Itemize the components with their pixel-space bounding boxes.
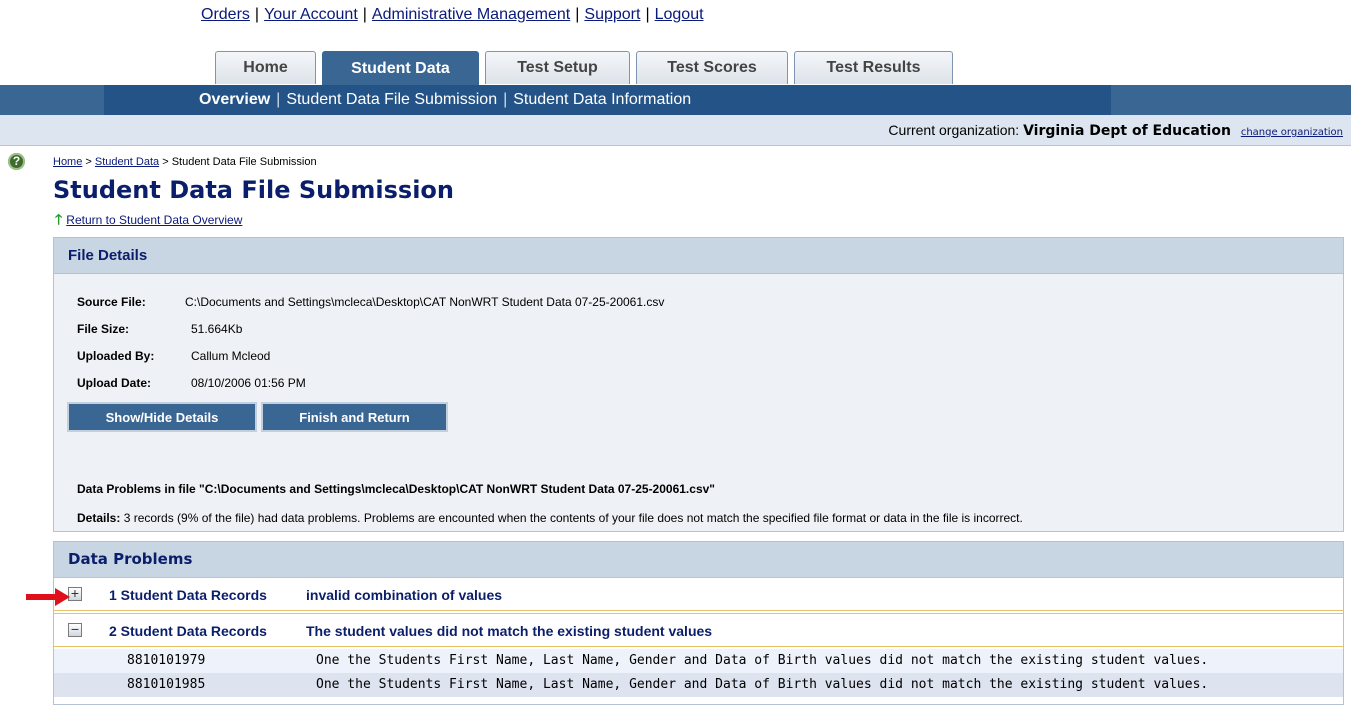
source-file-label: Source File: xyxy=(77,295,146,309)
problem-record-row: 8810101979 One the Students First Name, … xyxy=(54,649,1343,673)
upload-date-label: Upload Date: xyxy=(77,376,152,390)
data-problems-file-title: Data Problems in file "C:\Documents and … xyxy=(77,482,715,496)
upload-date-row: Upload Date: 08/10/2006 01:56 PM xyxy=(77,376,306,390)
data-problems-panel: Data Problems + 1 Student Data Records i… xyxy=(53,541,1344,705)
separator: | xyxy=(645,6,650,23)
problem-record-row: 8810101985 One the Students First Name, … xyxy=(54,673,1343,697)
breadcrumb: Home > Student Data > Student Data File … xyxy=(53,156,317,168)
separator: | xyxy=(575,6,580,23)
collapse-minus-icon[interactable]: − xyxy=(68,622,82,637)
source-file-row: Source File: C:\Documents and Settings\mc… xyxy=(77,295,664,309)
tab-test-results[interactable]: Test Results xyxy=(794,51,953,84)
change-organization-link[interactable]: change organization xyxy=(1241,127,1343,138)
upload-date-value: 08/10/2006 01:56 PM xyxy=(191,376,306,390)
tab-student-data[interactable]: Student Data xyxy=(322,51,479,86)
uploaded-by-label: Uploaded By: xyxy=(77,349,155,363)
green-up-arrow-icon: 🡑 xyxy=(55,211,63,227)
uploaded-by-value: Callum Mcleod xyxy=(191,349,271,363)
problem-group-message: The student values did not match the exi… xyxy=(306,623,713,639)
file-size-label: File Size: xyxy=(77,322,130,336)
problem-group-count: 1 Student Data Records xyxy=(109,587,267,603)
tab-test-scores[interactable]: Test Scores xyxy=(636,51,788,84)
separator: | xyxy=(254,6,260,23)
organization-label: Current organization: xyxy=(888,122,1020,138)
administrative-management-link[interactable]: Administrative Management xyxy=(372,6,570,23)
tab-home[interactable]: Home xyxy=(215,51,316,84)
subnav-file-submission[interactable]: Student Data File Submission xyxy=(286,91,497,108)
record-description: One the Students First Name, Last Name, … xyxy=(316,653,1209,668)
return-link-row: 🡑 Return to Student Data Overview xyxy=(55,209,242,233)
details-label: Details: xyxy=(77,511,121,525)
file-details-panel: File Details Source File: C:\Documents an… xyxy=(53,237,1344,532)
finish-and-return-button[interactable]: Finish and Return xyxy=(261,402,448,432)
sub-navigation-links: Overview | Student Data File Submission | St… xyxy=(199,91,691,109)
separator: | xyxy=(503,91,508,108)
show-hide-details-button[interactable]: Show/Hide Details xyxy=(67,402,257,432)
orders-link[interactable]: Orders xyxy=(201,6,250,23)
breadcrumb-separator: > xyxy=(162,156,169,168)
main-tabs: Home Student Data Test Setup Test Scores… xyxy=(215,51,953,86)
details-summary: Details: 3 records (9% of the file) had … xyxy=(77,511,1023,525)
problem-group-invalid-combination[interactable]: + 1 Student Data Records invalid combina… xyxy=(54,577,1343,611)
record-id: 8810101985 xyxy=(127,677,206,692)
record-id: 8810101979 xyxy=(127,653,206,668)
breadcrumb-separator: > xyxy=(85,156,92,168)
record-description: One the Students First Name, Last Name, … xyxy=(316,677,1209,692)
problem-group-message: invalid combination of values xyxy=(306,587,503,603)
problem-group-count: 2 Student Data Records xyxy=(109,623,267,639)
breadcrumb-student-data[interactable]: Student Data xyxy=(95,156,159,168)
logout-link[interactable]: Logout xyxy=(655,6,704,23)
breadcrumb-home[interactable]: Home xyxy=(53,156,82,168)
your-account-link[interactable]: Your Account xyxy=(264,6,358,23)
sub-navigation-bar: Overview | Student Data File Submission | St… xyxy=(0,85,1351,115)
data-problems-heading: Data Problems xyxy=(54,542,1343,578)
page-title: Student Data File Submission xyxy=(53,176,454,204)
tab-test-setup[interactable]: Test Setup xyxy=(485,51,630,84)
problem-group-values-mismatch[interactable]: − 2 Student Data Records The student val… xyxy=(54,613,1343,647)
organization-info: Current organization: Virginia Dept of E… xyxy=(888,122,1343,139)
file-details-heading: File Details xyxy=(54,238,1343,274)
support-link[interactable]: Support xyxy=(584,6,640,23)
organization-name: Virginia Dept of Education xyxy=(1023,123,1231,139)
subnav-information[interactable]: Student Data Information xyxy=(513,91,691,108)
return-to-overview-link[interactable]: Return to Student Data Overview xyxy=(66,213,242,227)
organization-bar: Current organization: Virginia Dept of E… xyxy=(0,115,1351,146)
subnav-overview[interactable]: Overview xyxy=(199,91,270,108)
source-file-value: C:\Documents and Settings\mcleca\Desktop… xyxy=(185,295,665,309)
red-pointer-arrow-icon xyxy=(26,588,70,606)
separator: | xyxy=(362,6,367,23)
file-size-value: 51.664Kb xyxy=(191,322,243,336)
separator: | xyxy=(276,91,281,108)
help-icon[interactable]: ? xyxy=(8,153,25,170)
file-size-row: File Size: 51.664Kb xyxy=(77,322,242,336)
breadcrumb-current: Student Data File Submission xyxy=(171,156,317,168)
uploaded-by-row: Uploaded By: Callum Mcleod xyxy=(77,349,270,363)
top-links: Orders | Your Account | Administrative Manag… xyxy=(201,6,704,24)
details-text: 3 records (9% of the file) had data prob… xyxy=(123,511,1023,525)
